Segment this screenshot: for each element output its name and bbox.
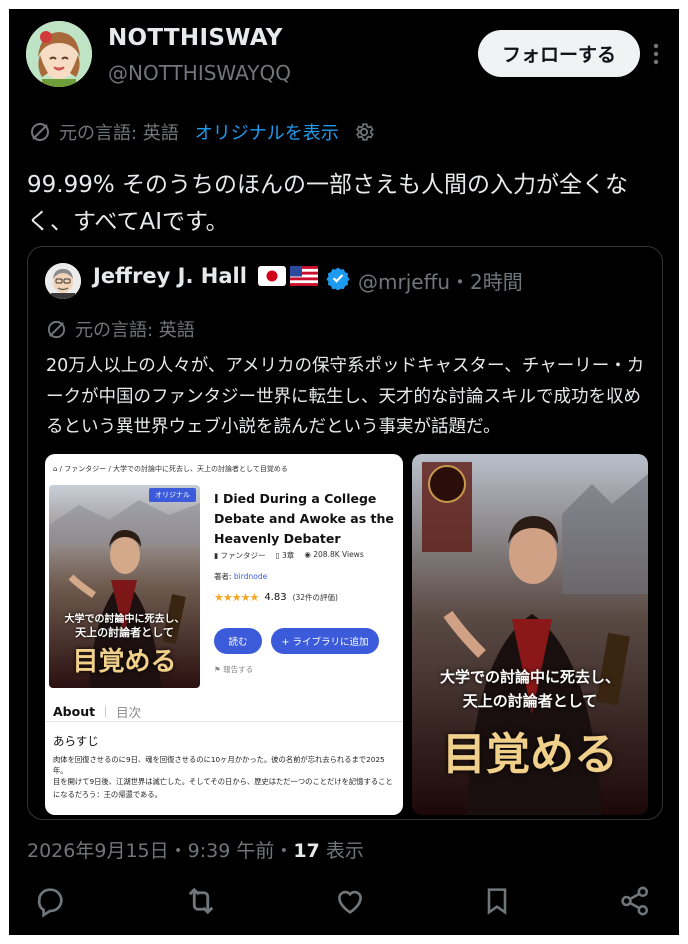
author-link[interactable]: birdnode [234,572,267,581]
original-badge: オリジナル [149,488,196,502]
share-icon[interactable] [615,881,655,921]
quoted-handle[interactable]: @mrjeffu [358,270,450,294]
book-author: 著者: birdnode [214,572,268,581]
bookmark-icon[interactable] [477,881,517,921]
quoted-author-name[interactable]: Jeffrey J. Hall [93,264,247,288]
book-title: I Died During a College Debate and Awoke… [214,491,394,546]
synopsis-paragraph-2: 目を開けて9日後、江湖世界は滅亡した。そしてその日から、歴史はただ一つのことだけ… [53,777,393,799]
like-icon[interactable] [330,881,370,921]
quoted-original-language-label: 元の言語: 英語 [75,320,195,341]
book-cover: 大学での討論中に死去し、 天上の討論者として 目覚める オリジナル [49,485,200,688]
genre-tag: ▮ ファンタジー [214,551,266,560]
cover-title-line1: 大学での討論中に死去し、 [64,614,185,625]
read-button[interactable]: 読む [214,628,262,654]
more-options-icon[interactable] [649,39,663,69]
action-bar [9,881,679,927]
tab-divider [45,721,403,722]
quoted-handle-time[interactable]: @mrjeffu・2時間 [358,266,523,295]
quoted-avatar[interactable] [45,263,81,299]
cover-title-line2: 天上の討論者として [75,626,174,639]
report-link[interactable]: ⚑ 報告する [214,664,253,675]
original-language-label: 元の言語: 英語 [59,123,179,144]
cover2-title-line3: 目覚める [442,729,618,780]
book-tabs: About 目次 [53,702,141,721]
rating-count: (32件の評価) [292,593,338,602]
us-flag-icon [290,266,318,286]
tab-about[interactable]: About [53,704,95,719]
views-label: 表示 [319,840,364,862]
rating-stars-icon: ★★★★★ [214,591,259,604]
chapters-count: ▯ 3章 [275,551,295,560]
date-time[interactable]: 2026年9月15日・9:39 午前・ [27,840,293,862]
quoted-tweet[interactable]: Jeffrey J. Hall @mrjeffu・2時間 元の言語: 英語 20… [27,246,663,820]
author-avatar[interactable] [26,21,92,87]
flag-icons [258,266,318,286]
repost-icon[interactable] [181,881,221,921]
synopsis-title: あらすじ [53,734,99,748]
author-handle[interactable]: @NOTTHISWAYQQ [108,61,291,85]
synopsis-paragraph-1: 肉体を回復させるのに9日、魂を回復させるのに10ヶ月かかった。彼の名前が忘れ去ら… [53,755,385,775]
cover2-title-line1: 大学での討論中に死去し、 [439,668,620,686]
quoted-text: 20万人以上の人々が、アメリカの保守系ポッドキャスター、チャーリー・カークが中国… [46,356,645,437]
post-text: 99.99% そのうちのほんの一部さえも人間の入力が全くなく、すべてAIです。 [27,172,629,235]
quoted-time: ・2時間 [450,270,523,294]
views-count: 17 [293,840,320,862]
author-name[interactable]: NOTTHISWAY [108,25,283,51]
show-original-link[interactable]: オリジナルを表示 [195,119,339,145]
tab-toc[interactable]: 目次 [116,702,141,721]
post-timestamp: 2026年9月15日・9:39 午前・17 表示 [27,836,364,863]
quoted-image-cover[interactable]: 大学での討論中に死去し、 天上の討論者として 目覚める [412,454,648,815]
japan-flag-icon [258,266,286,286]
follow-button[interactable]: フォローする [478,30,640,77]
breadcrumb: ⌂ / ファンタジー / 大学での討論中に死去し、天上の討論者として目覚める [53,465,288,473]
add-to-library-button[interactable]: + ライブラリに追加 [271,628,379,654]
translation-bar: 元の言語: 英語 オリジナルを表示 [29,119,375,145]
cover-title-line3: 目覚める [72,647,177,677]
translate-icon [29,121,51,143]
book-meta: ▮ ファンタジー ▯ 3章 ◉ 208.8K Views [214,550,364,561]
gear-icon[interactable] [353,121,375,143]
quoted-image-webpage[interactable]: ⌂ / ファンタジー / 大学での討論中に死去し、天上の討論者として目覚める 大… [45,454,403,815]
views-count: ◉ 208.8K Views [304,550,364,559]
book-rating: ★★★★★ 4.83 (32件の評価) [214,591,338,604]
verified-badge-icon [326,266,350,294]
rating-value: 4.83 [264,592,287,603]
translate-icon [46,319,67,340]
tweet-card: NOTTHISWAY @NOTTHISWAYQQ フォローする 元の言語: 英語… [9,9,679,935]
reply-icon[interactable] [30,881,70,921]
cover2-title-line2: 天上の討論者として [462,692,598,710]
quoted-translation-bar: 元の言語: 英語 [46,316,195,342]
